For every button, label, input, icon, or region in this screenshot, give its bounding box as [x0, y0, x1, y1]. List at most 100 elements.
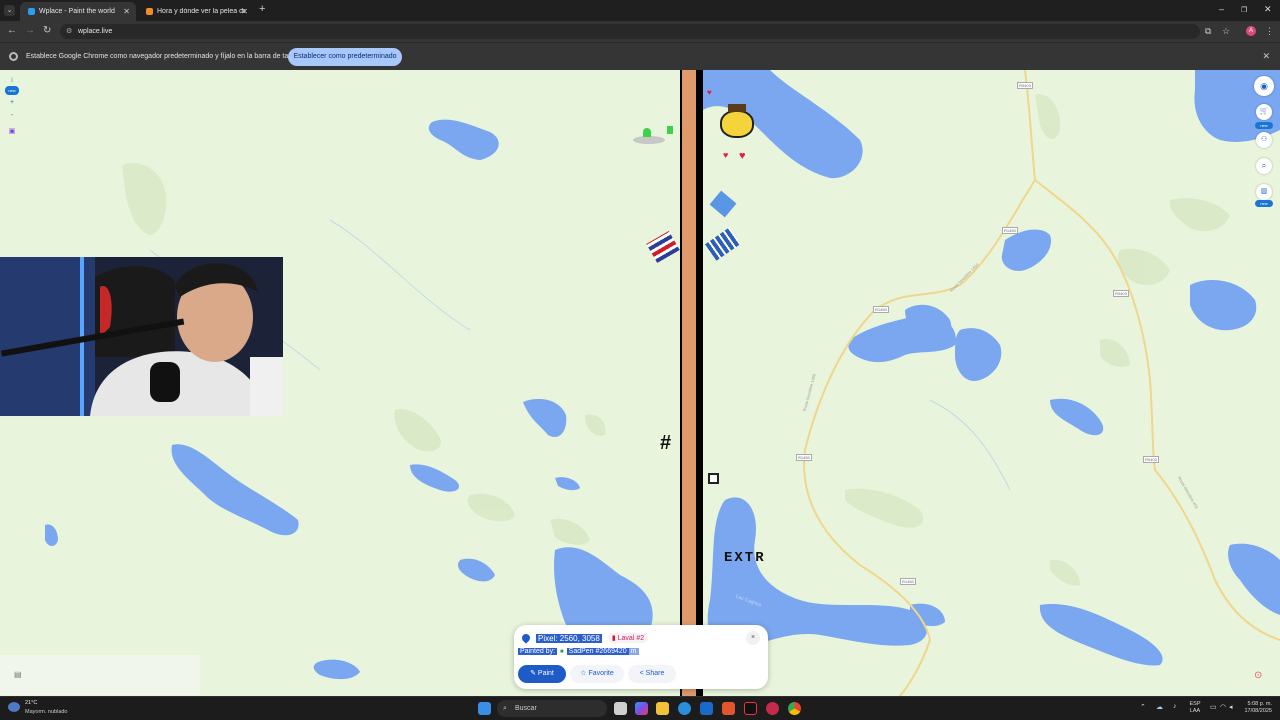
- file-explorer-icon[interactable]: [656, 702, 669, 715]
- road-label: R0403: [1113, 290, 1129, 297]
- yellow-character-art: [718, 104, 758, 140]
- back-icon[interactable]: ←: [7, 25, 17, 36]
- painted-by-label: Painted by:: [518, 648, 558, 655]
- painter-suffix: m: [628, 648, 639, 655]
- close-panel-button[interactable]: ×: [746, 631, 760, 645]
- region-name: Laval #2: [617, 635, 645, 642]
- twitch-icon[interactable]: ▣: [4, 127, 20, 135]
- news-favicon-icon: [146, 8, 153, 15]
- tab-title: Hora y dónde ver la pelea de W: [157, 8, 245, 15]
- leaderboard-icon[interactable]: ▥: [1256, 184, 1272, 200]
- app-icon[interactable]: [766, 702, 779, 715]
- windows-start-icon[interactable]: [478, 702, 491, 715]
- search-icon[interactable]: ⌕: [1256, 158, 1272, 174]
- site-info-icon[interactable]: ⚙: [66, 24, 72, 39]
- painter-name[interactable]: SadPen #2669420: [566, 648, 629, 655]
- copilot-icon[interactable]: [635, 702, 648, 715]
- menu-icon[interactable]: ⋮: [1265, 26, 1274, 37]
- art-text: EXTR: [724, 550, 766, 566]
- stripe-black-right: [696, 70, 703, 696]
- pixel-info-panel: Pixel: 2560, 3058 ▮ Laval #2 Painted by:…: [514, 625, 768, 689]
- heart-icon: ♥: [739, 150, 746, 162]
- url-text: wplace.live: [78, 28, 113, 35]
- new-badge[interactable]: new: [5, 86, 19, 95]
- shop-cart-icon[interactable]: 🛒: [1256, 104, 1272, 120]
- profile-avatar[interactable]: A: [1246, 26, 1256, 36]
- windows-taskbar: 21°C Mayorm. nublado ⌕ Buscar ⌃ ☁ ♪ ESP …: [0, 696, 1280, 720]
- translate-icon[interactable]: ⧉: [1205, 26, 1211, 37]
- road-label: R1450: [873, 306, 889, 313]
- new-tab-button[interactable]: +: [259, 3, 265, 15]
- tab-wplace[interactable]: Wplace - Paint the world ✕: [20, 2, 136, 21]
- close-tab-icon[interactable]: ✕: [123, 7, 130, 16]
- address-bar[interactable]: ⚙ wplace.live: [60, 24, 1200, 39]
- language-top: ESP: [1189, 701, 1201, 707]
- location-target-icon[interactable]: ⊙: [1254, 670, 1262, 681]
- chrome-icon[interactable]: [788, 702, 801, 715]
- weather-desc: Mayorm. nublado: [25, 709, 68, 715]
- paint-button-label: Paint: [537, 670, 554, 677]
- default-browser-infobar: Establece Google Chrome como navegador p…: [0, 42, 1280, 70]
- layers-icon[interactable]: ▤: [14, 670, 22, 679]
- taskbar-search[interactable]: ⌕ Buscar: [497, 700, 607, 717]
- new-badge: new: [1255, 200, 1273, 207]
- share-button[interactable]: < Share: [628, 665, 676, 683]
- region-badge[interactable]: ▮ Laval #2: [607, 633, 649, 643]
- road-label: R1450: [1002, 227, 1018, 234]
- reload-icon[interactable]: ↻: [43, 25, 51, 36]
- close-infobar-icon[interactable]: ✕: [1262, 51, 1270, 62]
- tab-strip: ⌄ Wplace - Paint the world ✕ Hora y dónd…: [0, 0, 1280, 21]
- language-indicator[interactable]: ESP LAA: [1186, 701, 1204, 715]
- webcam-overlay: [0, 257, 283, 416]
- tray-chevron-icon[interactable]: ⌃: [1140, 703, 1146, 711]
- group-icon[interactable]: ⚇: [1256, 132, 1272, 148]
- edge-icon[interactable]: [678, 702, 691, 715]
- weather-temp: 21°C: [25, 700, 38, 706]
- outlook-icon[interactable]: [700, 702, 713, 715]
- clock[interactable]: 5:08 p. m. 17/08/2025: [1238, 701, 1272, 715]
- tab-news[interactable]: Hora y dónde ver la pelea de W ✕: [138, 2, 254, 21]
- ufo-art: [623, 122, 673, 152]
- search-icon: ⌕: [503, 705, 507, 712]
- map-logo-icon[interactable]: ◉: [1254, 76, 1274, 96]
- restore-icon[interactable]: ❐: [1241, 6, 1247, 14]
- pencil-icon: ✎: [530, 670, 536, 677]
- search-placeholder: Buscar: [515, 705, 537, 712]
- wplace-favicon-icon: [28, 8, 35, 15]
- tiktok-icon[interactable]: [744, 702, 757, 715]
- favorite-button[interactable]: ☆ Favorite: [570, 665, 624, 683]
- heart-icon: ♥: [707, 88, 712, 97]
- minimize-icon[interactable]: –: [1219, 4, 1224, 14]
- zoom-out-icon[interactable]: -: [4, 112, 20, 119]
- task-view-icon[interactable]: [614, 702, 627, 715]
- close-window-icon[interactable]: ✕: [1264, 4, 1272, 15]
- zoom-in-icon[interactable]: +: [4, 99, 20, 106]
- favorite-button-label: Favorite: [588, 670, 614, 677]
- chrome-icon: [9, 52, 18, 61]
- paint-button[interactable]: ✎ Paint: [518, 665, 566, 683]
- forest-patches: [122, 94, 1230, 586]
- language-bottom: LAA: [1189, 708, 1201, 714]
- set-default-button[interactable]: Establecer como predeterminado: [288, 48, 402, 66]
- info-icon[interactable]: i: [4, 78, 20, 84]
- roads: [803, 70, 1280, 696]
- tab-title: Wplace - Paint the world: [39, 8, 115, 15]
- skull-art: [708, 473, 719, 484]
- pixel-info-row: Pixel: 2560, 3058 ▮ Laval #2: [520, 632, 649, 644]
- brave-icon[interactable]: [722, 702, 735, 715]
- mic-icon[interactable]: ♪: [1173, 703, 1177, 710]
- pixel-coordinates: Pixel: 2560, 3058: [536, 633, 602, 643]
- tray-app-icon[interactable]: ☁: [1156, 703, 1163, 711]
- volume-icon[interactable]: ◂: [1229, 703, 1233, 711]
- clock-date: 17/08/2025: [1244, 708, 1272, 714]
- monitor-icon[interactable]: ▭: [1210, 703, 1217, 711]
- weather-icon: [8, 702, 20, 712]
- road-label: R1450: [900, 578, 916, 585]
- hash-art: #: [660, 432, 672, 454]
- tab-search-button[interactable]: ⌄: [4, 5, 15, 16]
- forward-icon[interactable]: →: [25, 25, 35, 36]
- wifi-icon[interactable]: ◠: [1220, 703, 1226, 711]
- close-tab-icon[interactable]: ✕: [241, 7, 248, 16]
- share-button-label: Share: [645, 670, 665, 677]
- bookmark-star-icon[interactable]: ☆: [1222, 26, 1230, 37]
